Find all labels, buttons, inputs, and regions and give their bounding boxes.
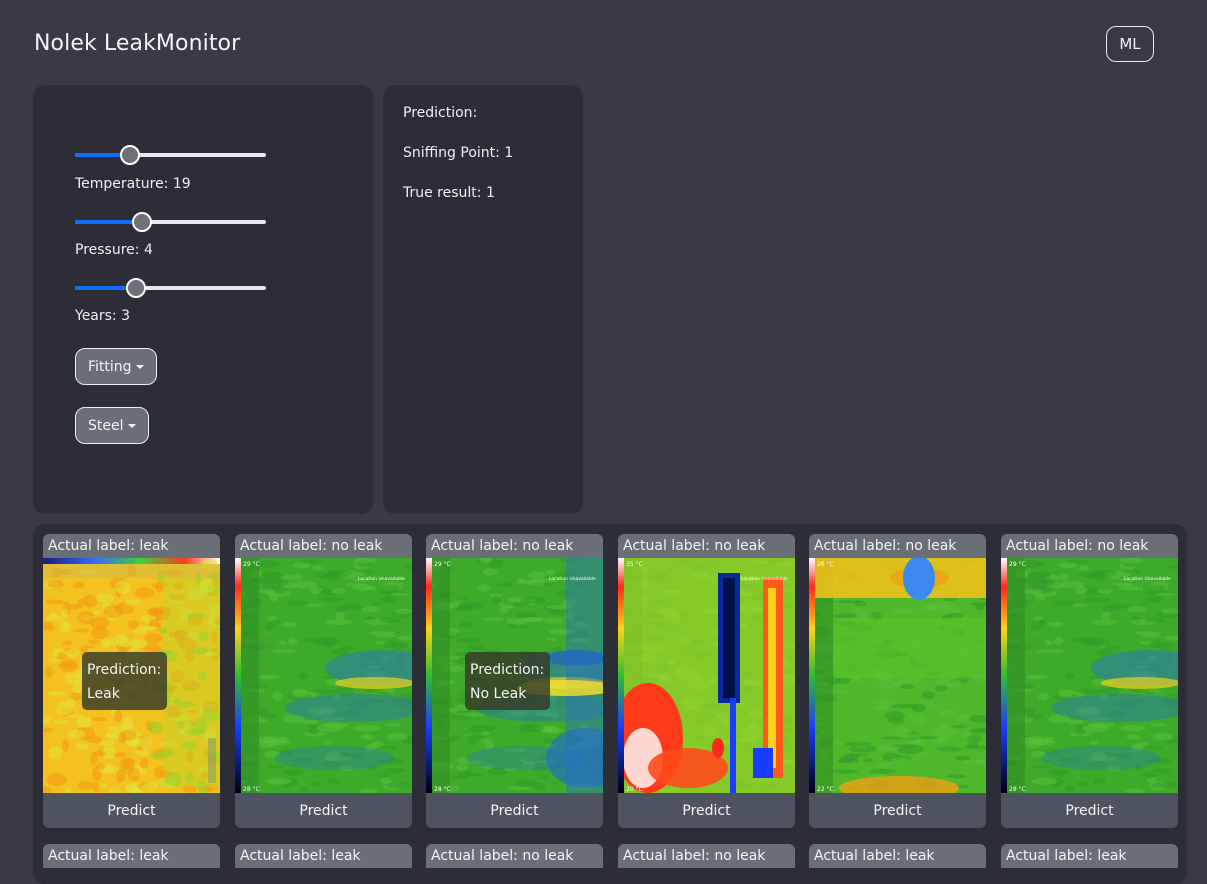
scale-top-label: 29 °C	[1009, 561, 1026, 568]
image-card: Actual label: leak	[235, 844, 412, 884]
thermal-image-container: 35 °C 20 °C Location Unavailable	[618, 558, 795, 793]
scale-top-label: 26 °C	[817, 561, 834, 568]
image-card: Actual label: no leak 29 °C 28 °C Location …	[1001, 534, 1178, 828]
scale-top-label: 29 °C	[243, 561, 260, 568]
pressure-label: Pressure: 4	[75, 242, 153, 258]
thermal-image: 35 °C 20 °C Location Unavailable	[618, 558, 795, 793]
temperature-slider[interactable]	[75, 145, 266, 165]
image-card: Actual label: leak	[1001, 844, 1178, 884]
actual-label: Actual label: no leak	[1001, 534, 1178, 558]
predict-button[interactable]: Predict	[235, 793, 412, 828]
image-card: Actual label: no leak 29 °C 28 °C Location …	[426, 534, 603, 828]
thermal-image-container: Prediction: Leak	[43, 558, 220, 793]
image-card: Actual label: leak	[43, 844, 220, 884]
prediction-overlay: Prediction: Leak	[82, 652, 167, 710]
scale-top-label: 29 °C	[434, 561, 451, 568]
temperature-slider-thumb[interactable]	[120, 145, 140, 165]
predict-button[interactable]: Predict	[43, 793, 220, 828]
controls-panel: Temperature: 19 Pressure: 4 Years: 3 Fit…	[33, 85, 373, 514]
predict-button[interactable]: Predict	[809, 793, 986, 828]
predict-button[interactable]: Predict	[426, 793, 603, 828]
prediction-overlay-value: No Leak	[470, 686, 527, 702]
fitting-dropdown[interactable]: Fitting	[75, 348, 157, 385]
image-card: Actual label: no leak	[426, 844, 603, 884]
image-card: Actual label: leak Prediction: Leak Predict	[43, 534, 220, 828]
chevron-down-icon	[135, 364, 144, 369]
ml-button[interactable]: ML	[1106, 26, 1154, 62]
actual-label: Actual label: no leak	[809, 534, 986, 558]
years-label: Years: 3	[75, 308, 131, 324]
image-card: Actual label: leak	[809, 844, 986, 884]
sniffing-point-text: Sniffing Point: 1	[403, 145, 514, 161]
material-dropdown[interactable]: Steel	[75, 407, 149, 444]
thermal-image-container: 29 °C 28 °C Location Unavailable	[235, 558, 412, 793]
thermal-image: 26 °C 22 °C	[809, 558, 986, 793]
material-dropdown-label: Steel	[88, 417, 124, 434]
thermal-image-container: 29 °C 28 °C Location Unavailable Prediction…	[426, 558, 603, 793]
actual-label: Actual label: leak	[235, 844, 412, 868]
location-overlay-text: Location Unavailable	[741, 576, 788, 582]
actual-label: Actual label: leak	[43, 844, 220, 868]
thermal-image-container: 26 °C 22 °C	[809, 558, 986, 793]
thermal-image: 29 °C 28 °C Location Unavailable	[235, 558, 412, 793]
scale-bottom-label: 22 °C	[817, 786, 834, 793]
actual-label: Actual label: leak	[809, 844, 986, 868]
pressure-slider[interactable]	[75, 212, 266, 232]
true-result-text: True result: 1	[403, 185, 495, 201]
prediction-overlay-heading: Prediction:	[470, 662, 545, 678]
predict-button[interactable]: Predict	[618, 793, 795, 828]
prediction-overlay-value: Leak	[87, 686, 120, 702]
prediction-text: Prediction:	[403, 105, 478, 121]
location-overlay-text: Location Unavailable	[549, 576, 596, 582]
chevron-down-icon	[127, 423, 136, 428]
scale-bottom-label: 20 °C	[626, 786, 643, 793]
result-panel: Prediction: Sniffing Point: 1 True resul…	[383, 85, 583, 514]
fitting-dropdown-label: Fitting	[88, 358, 132, 375]
actual-label: Actual label: no leak	[426, 534, 603, 558]
image-card: Actual label: no leak 35 °C 20 °C Location …	[618, 534, 795, 828]
actual-label: Actual label: no leak	[618, 534, 795, 558]
prediction-overlay: Prediction: No Leak	[465, 652, 550, 710]
image-card: Actual label: no leak 26 °C 22 °C Predict	[809, 534, 986, 828]
header: Nolek LeakMonitor ML	[0, 0, 1207, 85]
location-overlay-text: Location Unavailable	[1124, 576, 1171, 582]
years-slider[interactable]	[75, 278, 266, 298]
scale-bottom-label: 28 °C	[1009, 786, 1026, 793]
scale-top-label: 35 °C	[626, 561, 643, 568]
temperature-label: Temperature: 19	[75, 176, 191, 192]
image-card: Actual label: no leak	[618, 844, 795, 884]
thermal-image: 29 °C 28 °C Location Unavailable	[1001, 558, 1178, 793]
predict-button[interactable]: Predict	[1001, 793, 1178, 828]
scale-bottom-label: 28 °C	[243, 786, 260, 793]
pressure-slider-thumb[interactable]	[132, 212, 152, 232]
location-overlay-text: Location Unavailable	[358, 576, 405, 582]
image-gallery: Actual label: leak Prediction: Leak Predict…	[33, 524, 1187, 884]
actual-label: Actual label: no leak	[235, 534, 412, 558]
actual-label: Actual label: leak	[1001, 844, 1178, 868]
actual-label: Actual label: no leak	[618, 844, 795, 868]
years-slider-thumb[interactable]	[126, 278, 146, 298]
actual-label: Actual label: no leak	[426, 844, 603, 868]
prediction-overlay-heading: Prediction:	[87, 662, 162, 678]
scale-bottom-label: 28 °C	[434, 786, 451, 793]
app-title: Nolek LeakMonitor	[34, 31, 241, 56]
thermal-image-container: 29 °C 28 °C Location Unavailable	[1001, 558, 1178, 793]
image-card: Actual label: no leak 29 °C 28 °C Location …	[235, 534, 412, 828]
actual-label: Actual label: leak	[43, 534, 220, 558]
